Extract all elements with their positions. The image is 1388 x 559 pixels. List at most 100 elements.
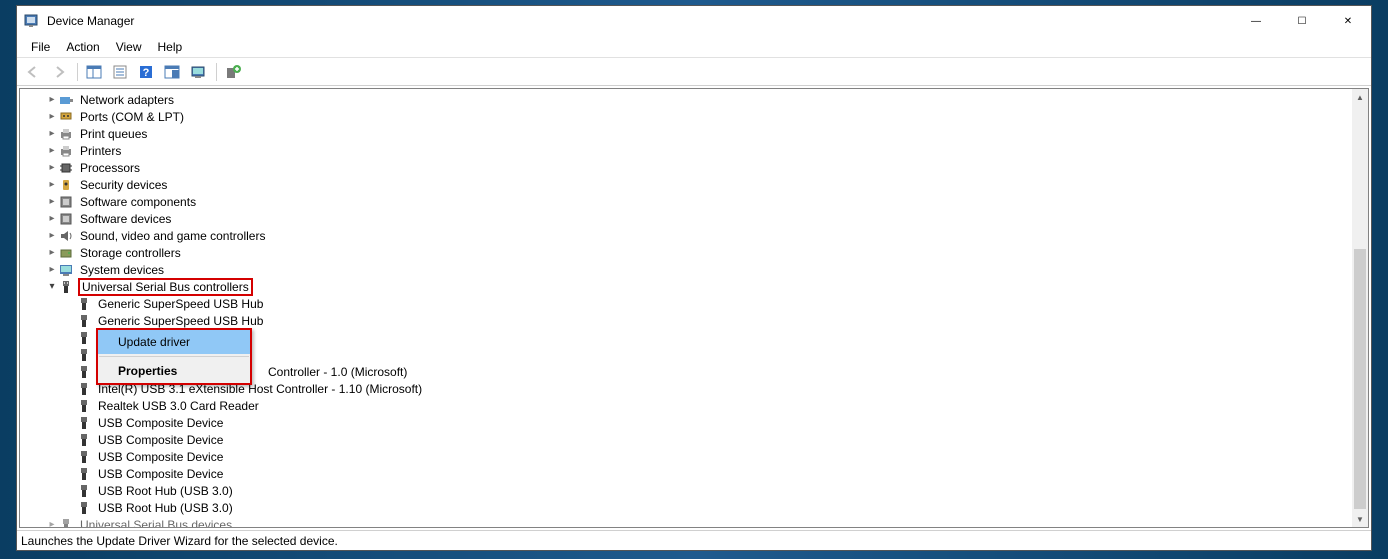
vertical-scrollbar[interactable]: ▲ ▼ [1352,89,1368,527]
status-text: Launches the Update Driver Wizard for th… [21,534,338,548]
chevron-right-icon[interactable]: ▸ [46,128,58,139]
context-menu-update-driver[interactable]: Update driver [98,330,250,354]
usb-icon [76,364,92,380]
back-button [21,61,45,83]
device-tree[interactable]: ▸ Network adapters ▸ Ports (COM & LPT) ▸… [20,89,1352,527]
usb-icon [76,330,92,346]
tree-item-print-queues[interactable]: ▸ Print queues [20,125,1352,142]
tree-item-usb-device[interactable]: USB Root Hub (USB 3.0) [20,482,1352,499]
tree-item-network[interactable]: ▸ Network adapters [20,91,1352,108]
tree-item-label: Sound, video and game controllers [78,229,267,243]
tree-item-processors[interactable]: ▸ Processors [20,159,1352,176]
window-controls: — ☐ ✕ [1233,6,1371,36]
chevron-right-icon[interactable]: ▸ [46,264,58,275]
usb-icon [76,398,92,414]
tree-item-sound[interactable]: ▸ Sound, video and game controllers [20,227,1352,244]
menu-separator [99,356,249,357]
usb-icon [76,415,92,431]
scrollbar-thumb[interactable] [1354,249,1366,509]
usb-icon [76,483,92,499]
menu-view[interactable]: View [108,38,150,56]
tree-item-printers[interactable]: ▸ Printers [20,142,1352,159]
tree-item-software-components[interactable]: ▸ Software components [20,193,1352,210]
usb-icon [76,313,92,329]
tree-item-label: Generic SuperSpeed USB Hub [96,314,265,328]
chevron-right-icon[interactable]: ▸ [46,111,58,122]
system-icon [58,262,74,278]
tree-item-label: Ports (COM & LPT) [78,110,186,124]
tree-item-label: Network adapters [78,93,176,107]
tree-item-label: Software components [78,195,198,209]
titlebar: Device Manager — ☐ ✕ [17,6,1371,36]
update-button[interactable] [160,61,184,83]
maximize-button[interactable]: ☐ [1279,6,1325,36]
chevron-down-icon[interactable]: ▾ [46,281,58,292]
tree-item-label: Processors [78,161,142,175]
tree-item-software-devices[interactable]: ▸ Software devices [20,210,1352,227]
chevron-right-icon[interactable]: ▸ [46,162,58,173]
tree-item-usb-device[interactable]: USB Root Hub (USB 3.0) [20,499,1352,516]
tree-item-label: Printers [78,144,123,158]
menubar: File Action View Help [17,36,1371,58]
usb-icon [76,449,92,465]
chevron-right-icon[interactable]: ▸ [46,519,58,527]
add-hardware-button[interactable] [221,61,245,83]
scroll-down-icon[interactable]: ▼ [1352,511,1368,527]
usb-icon [76,347,92,363]
context-menu-properties[interactable]: Properties [98,359,250,383]
toolbar-separator [216,63,217,81]
usb-icon [76,466,92,482]
software-icon [58,194,74,210]
chevron-right-icon[interactable]: ▸ [46,94,58,105]
tree-item-usb-device[interactable]: Generic SuperSpeed USB Hub [20,312,1352,329]
chevron-right-icon[interactable]: ▸ [46,247,58,258]
close-button[interactable]: ✕ [1325,6,1371,36]
menu-file[interactable]: File [23,38,58,56]
scroll-up-icon[interactable]: ▲ [1352,89,1368,105]
tree-item-usb-device[interactable]: Generic SuperSpeed USB Hub [20,295,1352,312]
tree-item-ports[interactable]: ▸ Ports (COM & LPT) [20,108,1352,125]
chip-icon [58,160,74,176]
scan-button[interactable] [186,61,210,83]
tree-item-system[interactable]: ▸ System devices [20,261,1352,278]
tree-item-label: System devices [78,263,166,277]
svg-text:?: ? [143,67,150,79]
chevron-right-icon[interactable]: ▸ [46,145,58,156]
toolbar-separator [77,63,78,81]
chevron-right-icon[interactable]: ▸ [46,196,58,207]
forward-button [47,61,71,83]
tree-item-label: USB Root Hub (USB 3.0) [96,501,235,515]
usb-icon [76,432,92,448]
tree-pane: ▸ Network adapters ▸ Ports (COM & LPT) ▸… [19,88,1369,528]
usb-icon [76,296,92,312]
tree-item-storage[interactable]: ▸ Storage controllers [20,244,1352,261]
tree-item-security[interactable]: ▸ Security devices [20,176,1352,193]
tree-item-usb-devices[interactable]: ▸ Universal Serial Bus devices [20,516,1352,527]
tree-item-label: Universal Serial Bus controllers [78,278,253,296]
window-title: Device Manager [47,14,1233,28]
tree-item-usb-device[interactable]: USB Composite Device [20,431,1352,448]
tree-item-label: USB Composite Device [96,416,225,430]
menu-help[interactable]: Help [150,38,191,56]
tree-item-usb-device[interactable]: USB Composite Device [20,448,1352,465]
device-manager-window: Device Manager — ☐ ✕ File Action View He… [16,5,1372,551]
show-hide-button[interactable] [82,61,106,83]
help-button[interactable]: ? [134,61,158,83]
tree-item-usb-device[interactable]: USB Composite Device [20,414,1352,431]
properties-button[interactable] [108,61,132,83]
tree-item-label: USB Composite Device [96,450,225,464]
chevron-right-icon[interactable]: ▸ [46,213,58,224]
shield-icon [58,177,74,193]
menu-action[interactable]: Action [58,38,107,56]
chevron-right-icon[interactable]: ▸ [46,179,58,190]
usb-icon [58,517,74,528]
tree-item-usb-controllers[interactable]: ▾ Universal Serial Bus controllers [20,278,1352,295]
chevron-right-icon[interactable]: ▸ [46,230,58,241]
usb-icon [58,279,74,295]
sound-icon [58,228,74,244]
tree-item-usb-device[interactable]: USB Composite Device [20,465,1352,482]
tree-item-label: Controller - 1.0 (Microsoft) [266,365,409,379]
minimize-button[interactable]: — [1233,6,1279,36]
tree-item-usb-device[interactable]: Realtek USB 3.0 Card Reader [20,397,1352,414]
tree-item-label: Realtek USB 3.0 Card Reader [96,399,261,413]
